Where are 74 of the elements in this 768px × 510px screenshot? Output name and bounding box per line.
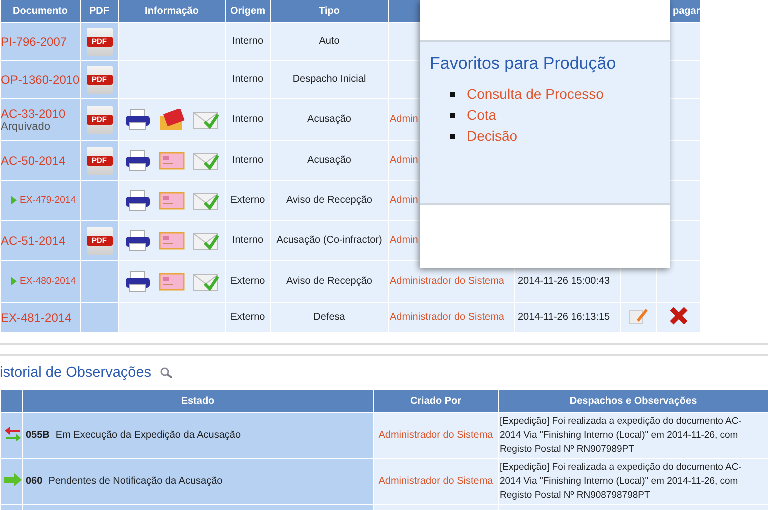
origin-text: Externo bbox=[230, 195, 266, 206]
note-line: [Expedição] Foi realizada a expedição do documento AC- bbox=[500, 414, 743, 428]
printer-icon[interactable] bbox=[125, 190, 151, 212]
delete-x-icon[interactable] bbox=[668, 306, 688, 326]
edit-pencil-icon[interactable] bbox=[628, 307, 648, 325]
origin-text: Externo bbox=[230, 312, 266, 323]
date-text: 2014-11-26 16:13:15 bbox=[518, 312, 610, 323]
state-text: Pendentes de Notificação da Acusação bbox=[48, 476, 223, 487]
exchange-arrows-icon bbox=[4, 424, 22, 444]
popup-title: Favoritos para Produção bbox=[430, 54, 618, 74]
column-header: Estado bbox=[22, 390, 374, 412]
document-link[interactable]: AC-33-2010 bbox=[1, 106, 66, 120]
origin-text: Interno bbox=[232, 114, 264, 125]
type-text: Acusação bbox=[308, 155, 352, 166]
printer-icon[interactable] bbox=[125, 150, 151, 172]
creator-link[interactable]: Admin bbox=[390, 195, 418, 206]
column-header: Tipo bbox=[270, 0, 388, 22]
state-code: 055B bbox=[26, 430, 50, 441]
note-line: Registo Postal Nº RN908798798PT bbox=[500, 488, 652, 502]
origin-text: Interno bbox=[232, 74, 264, 85]
type-text: Acusação bbox=[308, 114, 352, 125]
bullet-icon bbox=[450, 134, 455, 138]
note-line: 2014 Via "Finishing Interno (Local)" em 2014-11-26, com bbox=[500, 474, 740, 488]
type-text: Acusação (Co-infractor) bbox=[276, 235, 382, 246]
envelope-icon[interactable] bbox=[159, 108, 185, 130]
favorite-link[interactable]: Decisão bbox=[467, 128, 518, 144]
document-link[interactable]: EX-479-2014 bbox=[20, 195, 76, 206]
date-text: 2014-11-26 15:00:43 bbox=[518, 276, 610, 287]
right-arrow-icon bbox=[4, 473, 22, 487]
type-text: Aviso de Recepção bbox=[286, 276, 372, 287]
column-header: Origem bbox=[226, 0, 270, 22]
origin-text: Interno bbox=[232, 155, 264, 166]
postcard-icon[interactable] bbox=[159, 192, 185, 210]
postcard-icon[interactable] bbox=[159, 232, 185, 250]
search-icon[interactable] bbox=[160, 367, 173, 379]
envelope-check-icon[interactable] bbox=[193, 272, 219, 292]
creator-link[interactable]: Admin bbox=[390, 155, 418, 166]
note-line: 2014 Via "Finishing Interno (Local)" em 2014-11-26, com bbox=[500, 428, 740, 442]
column-header: PDF bbox=[80, 0, 118, 22]
type-text: Auto bbox=[319, 36, 340, 47]
favorite-link[interactable]: Consulta de Processo bbox=[467, 86, 604, 102]
expand-triangle-icon[interactable] bbox=[11, 196, 17, 205]
bullet-icon bbox=[450, 112, 455, 118]
envelope-check-icon[interactable] bbox=[193, 230, 219, 250]
printer-icon[interactable] bbox=[125, 230, 151, 252]
bullet-icon bbox=[450, 92, 455, 96]
envelope-check-icon[interactable] bbox=[193, 150, 219, 170]
printer-icon[interactable] bbox=[125, 270, 151, 292]
favorite-link[interactable]: Cota bbox=[467, 107, 497, 123]
expand-triangle-icon[interactable] bbox=[11, 277, 17, 286]
section-title: istorial de Observações bbox=[0, 365, 152, 381]
envelope-check-icon[interactable] bbox=[193, 110, 219, 130]
state-code: 060 bbox=[26, 476, 43, 487]
origin-text: Interno bbox=[232, 36, 264, 47]
state-text: Em Execução da Expedição da Acusação bbox=[56, 430, 242, 441]
postcard-icon[interactable] bbox=[159, 272, 185, 290]
column-header: Criado Por bbox=[374, 390, 498, 412]
document-link[interactable]: EX-480-2014 bbox=[20, 276, 76, 287]
column-header: Informação bbox=[118, 0, 226, 22]
creator-link[interactable]: Admin bbox=[390, 114, 418, 125]
type-text: Despacho Inicial bbox=[292, 74, 366, 85]
creator-link[interactable]: Admin bbox=[390, 235, 418, 246]
origin-text: Externo bbox=[230, 276, 266, 287]
postcard-icon[interactable] bbox=[159, 152, 185, 170]
column-header: Documento bbox=[0, 0, 80, 22]
status-text: Arquivado bbox=[1, 120, 52, 132]
printer-icon[interactable] bbox=[125, 108, 151, 130]
type-text: Defesa bbox=[314, 312, 346, 323]
envelope-check-icon[interactable] bbox=[193, 190, 219, 210]
type-text: Aviso de Recepção bbox=[286, 195, 372, 206]
origin-text: Interno bbox=[232, 235, 264, 246]
note-line: Registo Postal Nº RN907989PT bbox=[500, 442, 636, 456]
note-line: [Expedição] Foi realizada a expedição do documento AC- bbox=[500, 460, 743, 474]
column-header: Despachos e Observações bbox=[498, 390, 768, 412]
